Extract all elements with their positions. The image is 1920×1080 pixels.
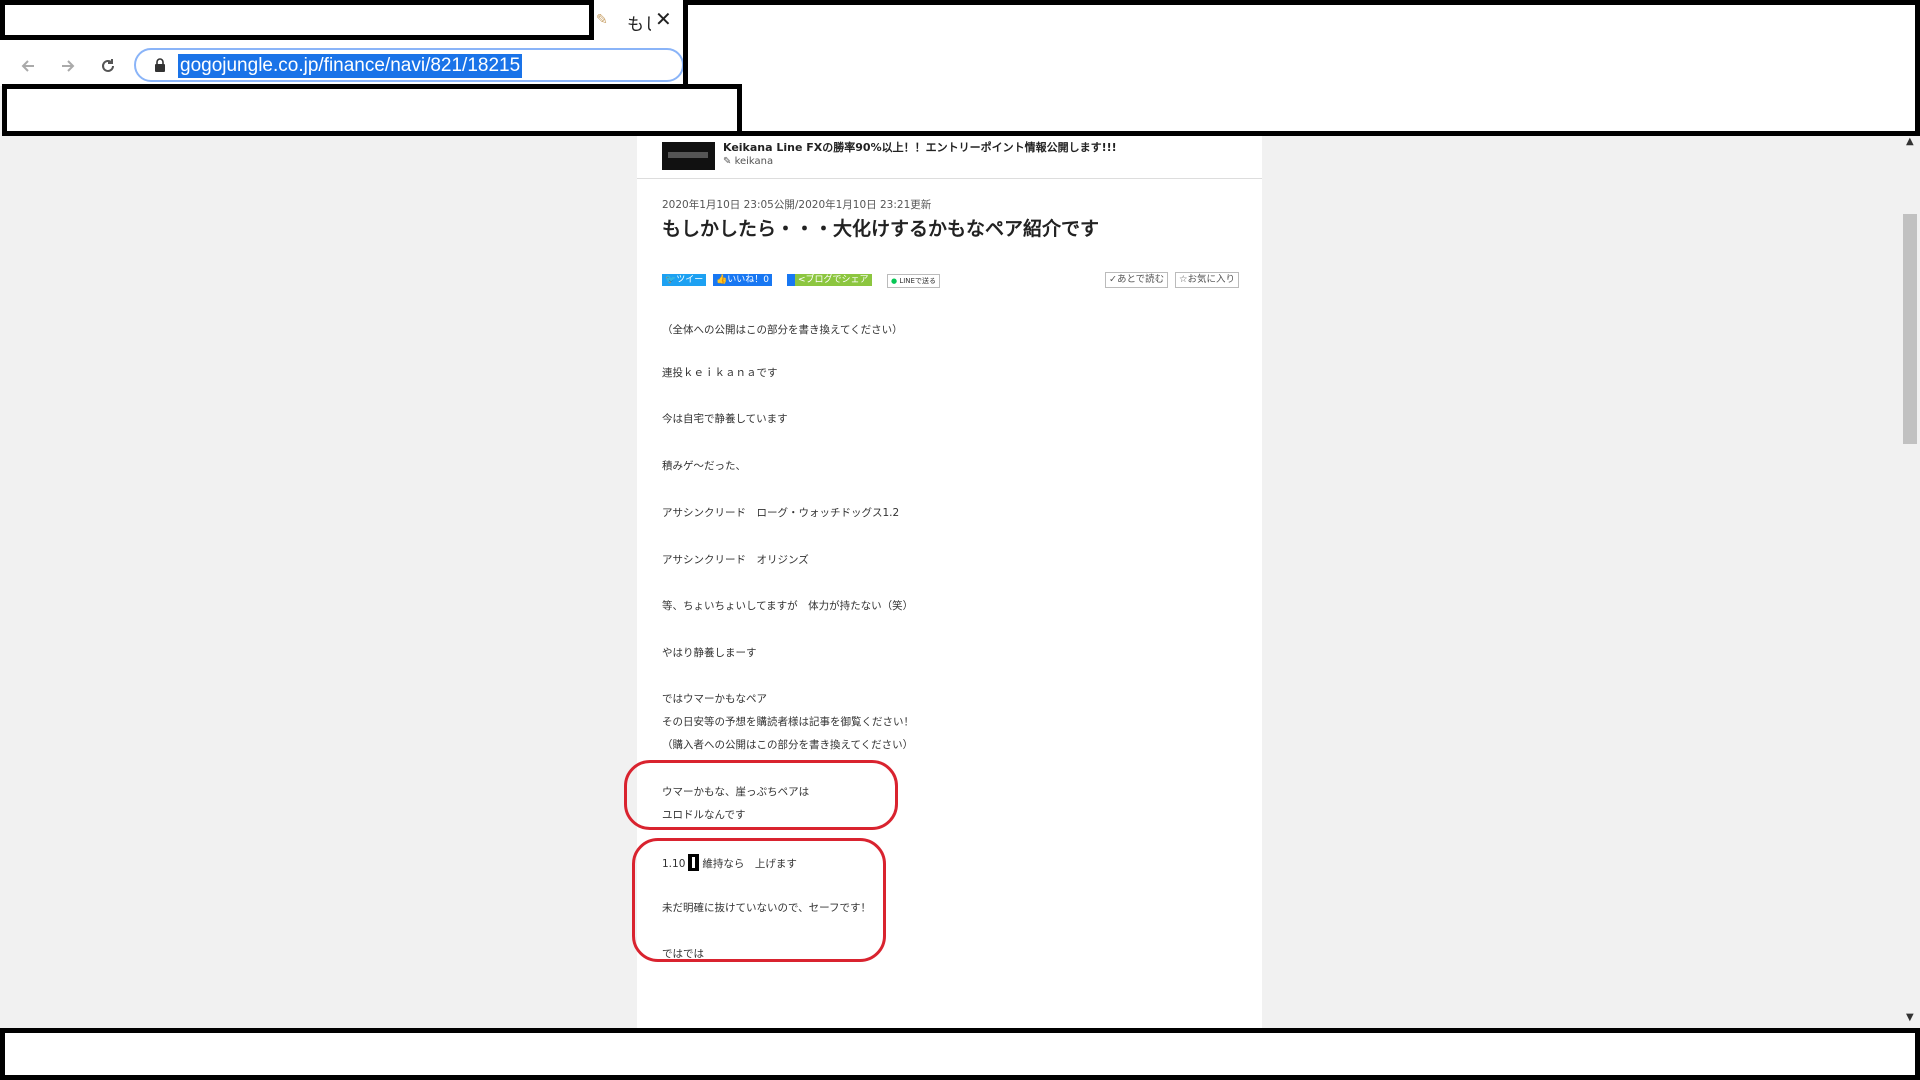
article-line: 今は自宅で静養しています	[662, 413, 788, 425]
article-line: （全体への公開はこの部分を書き換えてください）	[662, 324, 903, 336]
forward-button[interactable]	[52, 50, 84, 82]
article-line: ウマーかもな、崖っぷちペアは	[662, 786, 810, 798]
favicon-icon: ✎	[596, 12, 608, 28]
article-line: 積みゲ～だった、	[662, 460, 746, 472]
page-scrollbar[interactable]: ▲ ▼	[1900, 136, 1920, 1028]
blog-share-button[interactable]: <ブログでシェア	[795, 274, 872, 286]
tab-title[interactable]: もしかしたら・・・大化けするかもなペア紹介です	[627, 10, 651, 35]
blog-author-name[interactable]: keikana	[735, 156, 774, 167]
blog-author[interactable]: ✎ keikana	[723, 156, 773, 167]
url-text[interactable]: gogojungle.co.jp/finance/navi/821/18215	[178, 54, 523, 78]
like-button[interactable]: 👍いいね！0	[713, 274, 772, 286]
article-line: アサシンクリード オリジンズ	[662, 554, 809, 566]
scroll-down-icon[interactable]: ▼	[1906, 1012, 1914, 1023]
article-line: その日安等の予想を購読者様は記事を御覧ください！	[662, 716, 914, 728]
article-line: ではウマーかもなペア	[662, 693, 767, 705]
redacted-region-tabs	[0, 0, 594, 40]
share-button[interactable]	[787, 274, 795, 286]
back-arrow-icon	[21, 60, 34, 72]
blog-name[interactable]: Keikana Line FXの勝率90%以上！！エントリーポイント情報公開しま…	[723, 139, 1117, 155]
article-line: （購入者への公開はこの部分を書き換えてください）	[662, 739, 914, 751]
article-line: やはり静養しまーす	[662, 647, 757, 659]
text-cursor-icon	[688, 854, 700, 871]
line-share-button[interactable]: ● LINEで送る	[887, 274, 940, 288]
tweet-button[interactable]: 🐦ツイー	[662, 274, 707, 286]
article-meta: 2020年1月10日 23:05公開/2020年1月10日 23:21更新	[662, 199, 932, 211]
browser-toolbar: gogojungle.co.jp/finance/navi/821/18215	[0, 48, 690, 86]
article-line: 等、ちょいちょいしてますが 体力が持たない（笑）	[662, 600, 914, 612]
article-title: もしかしたら・・・大化けするかもなペア紹介です	[662, 218, 1100, 240]
favorite-button[interactable]: ☆お気に入り	[1175, 272, 1240, 288]
article-line: ではでは	[662, 948, 704, 960]
article-line: ユロドルなんです	[662, 809, 746, 821]
back-button[interactable]	[12, 50, 44, 82]
address-bar[interactable]: gogojungle.co.jp/finance/navi/821/18215	[134, 48, 684, 82]
blog-logo[interactable]	[662, 142, 715, 170]
scroll-up-icon[interactable]: ▲	[1906, 136, 1914, 147]
reload-button[interactable]	[92, 50, 124, 82]
forward-arrow-icon	[62, 60, 75, 72]
article-line: 連投ｋｅｉｋａｎａです	[662, 367, 778, 379]
scroll-thumb[interactable]	[1903, 214, 1917, 444]
redacted-region-bookmarks	[2, 84, 742, 136]
tab-close-icon[interactable]: ✕	[655, 7, 672, 31]
lock-icon	[155, 58, 165, 72]
article-page: Keikana Line FXの勝率90%以上！！エントリーポイント情報公開しま…	[624, 136, 1262, 1028]
blog-header: Keikana Line FXの勝率90%以上！！エントリーポイント情報公開しま…	[637, 136, 1262, 179]
article-line-price: 1.10 維持なら 上げます	[662, 854, 797, 871]
read-later-button[interactable]: ✓あとで読む	[1105, 272, 1169, 288]
reload-icon	[102, 59, 114, 72]
redacted-region-bottom	[0, 1028, 1920, 1080]
article-line: 未だ明確に抜けていないので、セーフです！	[662, 902, 871, 914]
redacted-region-top-right	[683, 0, 1920, 136]
article-line: アサシンクリード ローグ・ウォッチドッグス1.2	[662, 507, 900, 519]
